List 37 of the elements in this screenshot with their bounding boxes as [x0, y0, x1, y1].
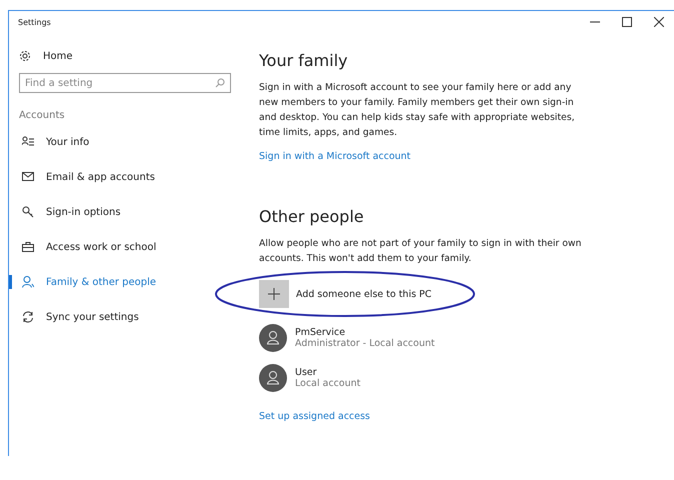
envelope-icon: [22, 171, 34, 183]
account-name: PmService: [295, 327, 346, 338]
sidebar-item[interactable]: Access work or school: [9, 240, 249, 254]
account-name: User: [295, 367, 318, 378]
person-card-icon: [22, 136, 34, 148]
sidebar-item[interactable]: Family & other people: [9, 275, 249, 289]
description-text: Sign in with a Microsoft account to see your family here or add any new members to your family. Family members get their own sign-in and desktop. You can help kids stay safe with appropriate websites, time limits, apps, and games.: [259, 81, 576, 140]
add-button[interactable]: [259, 280, 289, 308]
briefcase-icon: [22, 241, 34, 253]
search-field[interactable]: Find a setting: [19, 73, 231, 93]
sidebar-item[interactable]: Sync your settings: [9, 310, 249, 324]
description-text: Allow people who are not part of your family to sign in with their own accounts. This won't add them to your family.: [259, 237, 582, 266]
sync-icon: [22, 311, 34, 323]
sidebar-item[interactable]: Your info: [9, 135, 249, 149]
account-item[interactable]: User Local account: [259, 364, 589, 392]
sidebar-item[interactable]: Sign-in options: [9, 205, 249, 219]
gear-icon: [19, 50, 31, 62]
assigned-access-link[interactable]: Set up assigned access: [259, 411, 370, 422]
section-heading: Your family: [259, 51, 349, 70]
account-type: Local account: [295, 378, 360, 389]
sidebar-item[interactable]: Email & app accounts: [9, 170, 249, 184]
person-icon: [22, 276, 34, 288]
close-icon[interactable]: [654, 17, 664, 27]
home-link[interactable]: Home: [9, 49, 249, 63]
key-icon: [22, 206, 34, 218]
maximize-icon[interactable]: [622, 17, 632, 27]
account-type: Administrator - Local account: [295, 338, 435, 349]
account-item[interactable]: PmService Administrator - Local account: [259, 324, 589, 352]
avatar-icon: [259, 364, 287, 392]
section-heading: Other people: [259, 207, 365, 226]
section-label: Accounts: [18, 110, 66, 121]
window-title: Settings: [18, 18, 51, 26]
plus-icon: [268, 288, 280, 300]
sign-in-link[interactable]: Sign in with a Microsoft account: [259, 151, 411, 162]
avatar-icon: [259, 324, 287, 352]
search-icon: [215, 78, 225, 88]
add-person-label[interactable]: Add someone else to this PC: [296, 288, 432, 300]
